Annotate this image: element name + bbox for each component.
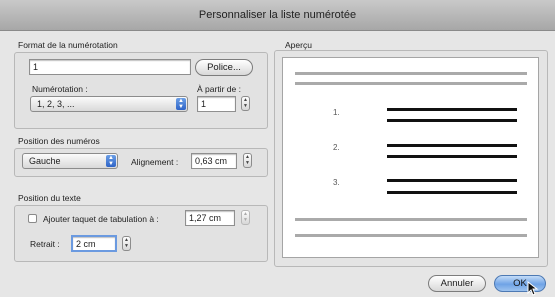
preview-number: 2.	[333, 143, 340, 152]
title-bar[interactable]: Personnaliser la liste numérotée	[0, 0, 555, 31]
tab-stop-field[interactable]: 1,27 cm	[185, 210, 235, 226]
preview-number: 1.	[333, 108, 340, 117]
alignment-value: Gauche	[29, 156, 61, 166]
preview-gray-line	[295, 82, 527, 85]
popup-arrows-icon: ▲ ▼	[106, 155, 116, 167]
preview-gray-line	[295, 72, 527, 75]
number-format-field[interactable]: 1	[29, 59, 191, 75]
start-at-stepper[interactable]: ▲ ▼	[241, 96, 250, 111]
retrait-label: Retrait :	[30, 239, 60, 249]
format-panel: 1 Police... Numérotation : À partir de :…	[14, 52, 268, 129]
start-at-field[interactable]: 1	[197, 96, 236, 112]
retrait-stepper[interactable]: ▲ ▼	[122, 236, 131, 251]
preview-gray-line	[295, 218, 527, 221]
alignement-label: Alignement :	[131, 157, 179, 167]
preview-number: 3.	[333, 178, 340, 187]
retrait-field[interactable]: 2 cm	[71, 235, 117, 252]
preview-canvas: 1. 2. 3.	[282, 57, 539, 258]
text-position-panel: Ajouter taquet de tabulation à : 1,27 cm…	[14, 205, 268, 262]
preview-black-line	[387, 179, 517, 182]
start-at-label: À partir de :	[197, 84, 241, 94]
tab-stop-stepper[interactable]: ▲ ▼	[241, 210, 250, 225]
alignement-stepper[interactable]: ▲ ▼	[243, 153, 252, 168]
preview-black-line	[387, 155, 517, 158]
mouse-cursor-icon	[527, 281, 539, 296]
preview-black-line	[387, 144, 517, 147]
alignement-field[interactable]: 0,63 cm	[191, 153, 237, 169]
preview-black-line	[387, 108, 517, 111]
tab-stop-label: Ajouter taquet de tabulation à :	[43, 214, 159, 224]
dialog-title: Personnaliser la liste numérotée	[198, 9, 357, 21]
text-position-section-label: Position du texte	[18, 193, 81, 203]
alignment-popup[interactable]: Gauche ▲ ▼	[22, 153, 118, 169]
preview-black-line	[387, 191, 517, 194]
numerotation-value: 1, 2, 3, ...	[37, 99, 75, 109]
police-button[interactable]: Police...	[195, 59, 253, 76]
cancel-button[interactable]: Annuler	[428, 275, 486, 292]
tab-stop-checkbox[interactable]	[28, 214, 37, 223]
numerotation-popup[interactable]: 1, 2, 3, ... ▲ ▼	[30, 96, 188, 112]
preview-gray-line	[295, 234, 527, 237]
preview-black-line	[387, 119, 517, 122]
popup-arrows-icon: ▲ ▼	[176, 98, 186, 110]
format-section-label: Format de la numérotation	[18, 40, 118, 50]
preview-label: Aperçu	[285, 40, 312, 50]
number-position-section-label: Position des numéros	[18, 136, 100, 146]
dialog-window: Personnaliser la liste numérotée Format …	[0, 0, 555, 297]
numerotation-label: Numérotation :	[32, 84, 88, 94]
number-position-panel: Gauche ▲ ▼ Alignement : 0,63 cm ▲ ▼	[14, 148, 268, 177]
